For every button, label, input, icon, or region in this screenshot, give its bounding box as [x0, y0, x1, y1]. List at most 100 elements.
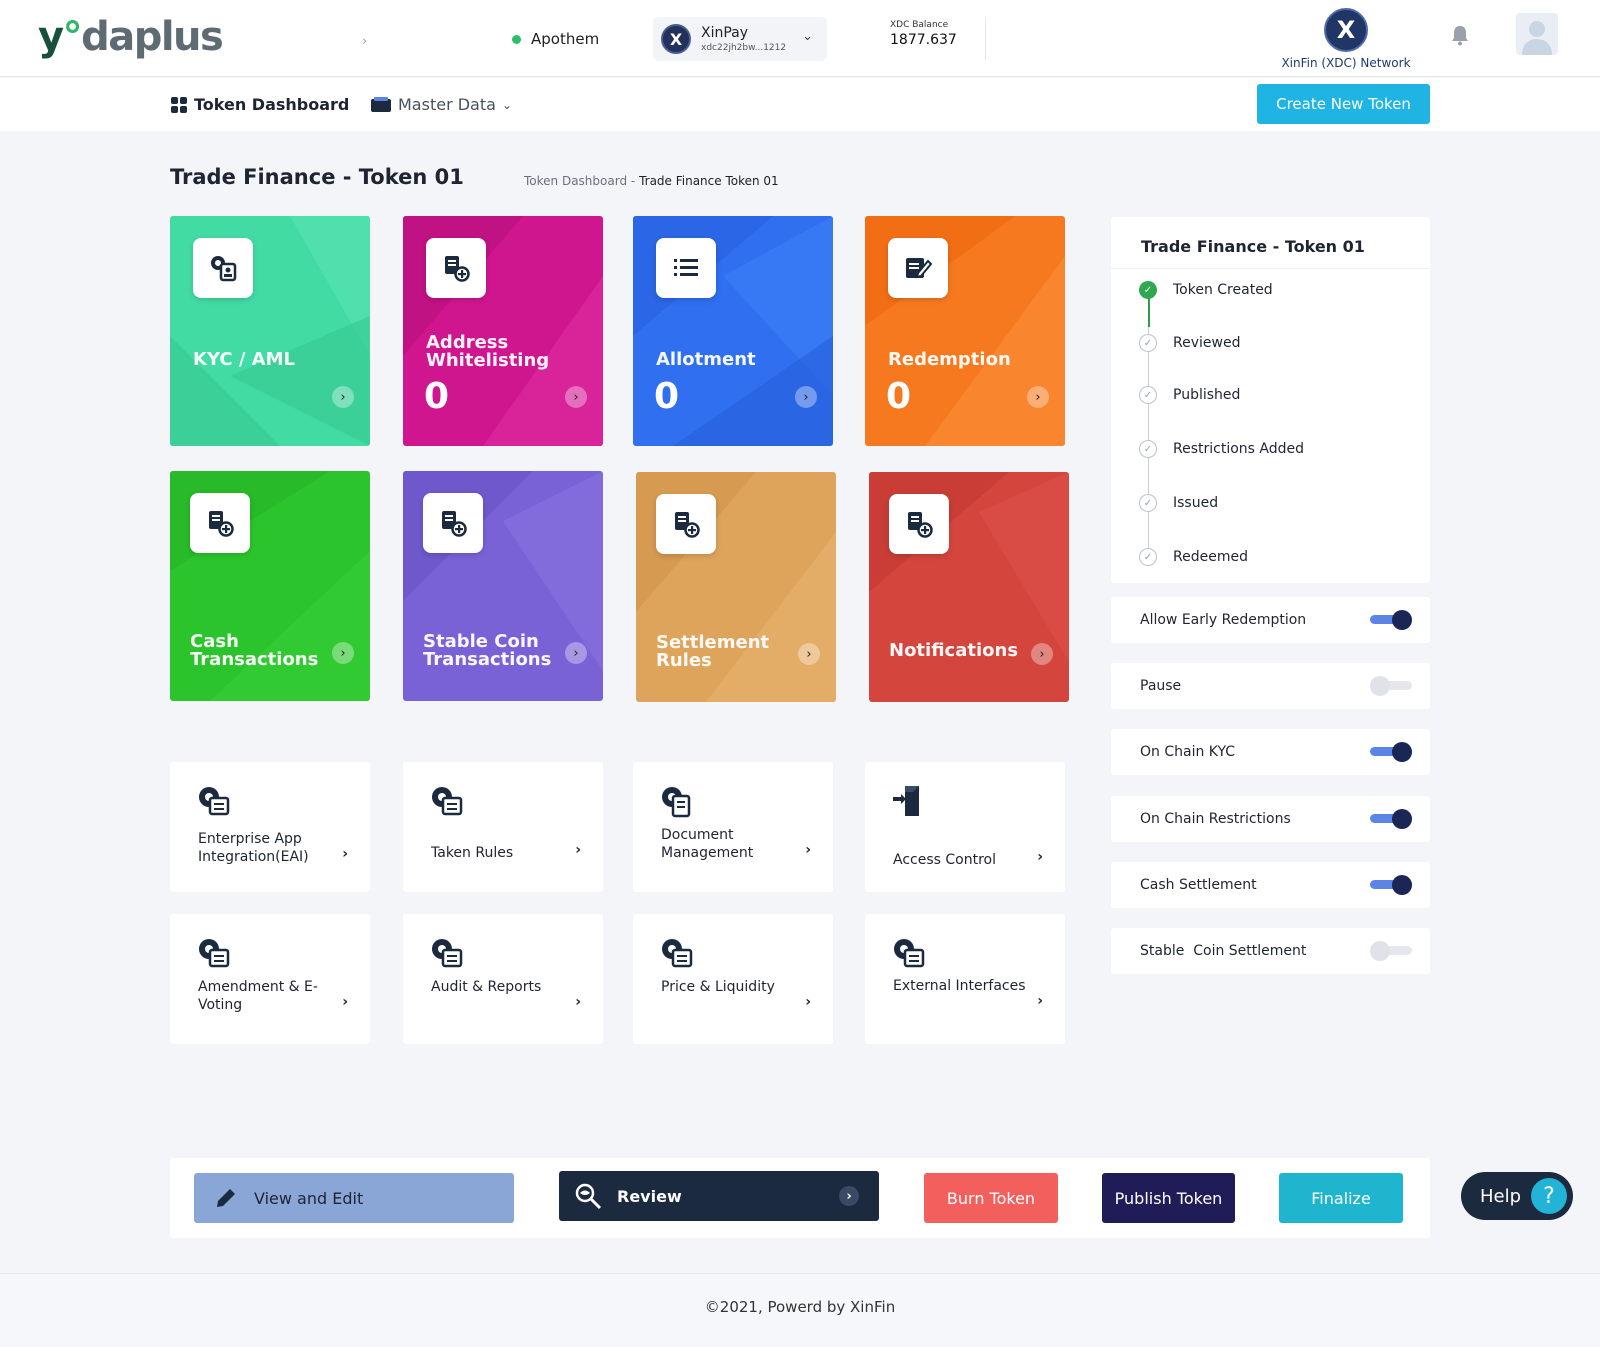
check-icon: ✓	[1139, 548, 1157, 566]
on-chain-restrictions-toggle[interactable]	[1370, 809, 1412, 829]
toggle-row-stable-coin-settlement: Stable Coin Settlement	[1111, 928, 1430, 974]
step-label: Restrictions Added	[1173, 441, 1305, 457]
card-label: Audit & Reports	[431, 979, 542, 995]
view-and-edit-button[interactable]: View and Edit	[194, 1173, 514, 1223]
breadcrumb-separator: -	[630, 174, 636, 188]
card-audit-reports[interactable]: Audit & Reports ›	[403, 914, 603, 1044]
network-badge[interactable]: X XinFin (XDC) Network	[1276, 8, 1416, 70]
toggle-label: Cash Settlement	[1140, 877, 1257, 893]
check-icon: ✓	[1139, 281, 1157, 299]
balance-label: XDC Balance	[890, 20, 949, 30]
chevron-down-icon: ⌄	[501, 97, 512, 112]
card-access-control[interactable]: Access Control ›	[865, 762, 1065, 892]
pause-toggle[interactable]	[1370, 676, 1412, 696]
review-button[interactable]: Review ›	[559, 1171, 879, 1221]
card-external-interfaces[interactable]: External Interfaces ›	[865, 914, 1065, 1044]
finalize-button[interactable]: Finalize	[1279, 1173, 1403, 1223]
toggle-label: Allow Early Redemption	[1140, 612, 1307, 628]
card-document-management[interactable]: Document Management ›	[633, 762, 833, 892]
tile-allotment[interactable]: Allotment 0 ›	[633, 216, 833, 446]
help-button[interactable]: Help ?	[1461, 1172, 1573, 1220]
tile-notifications[interactable]: Notifications ›	[869, 472, 1069, 702]
nav-token-dashboard-label: Token Dashboard	[194, 95, 350, 114]
chevron-right-icon: ›	[565, 386, 587, 408]
tile-kyc-aml[interactable]: KYC / AML ›	[170, 216, 370, 446]
chevron-right-icon: ›	[342, 846, 348, 862]
timeline-step: ✓ Restrictions Added	[1139, 440, 1304, 458]
toggle-label: Stable Coin Settlement	[1140, 943, 1307, 959]
tile-label: Stable Coin Transactions	[423, 631, 552, 670]
cash-settlement-toggle[interactable]	[1370, 875, 1412, 895]
magnifier-icon	[575, 1183, 602, 1210]
chevron-right-icon: ›	[839, 1186, 859, 1206]
gear-list-icon	[894, 939, 925, 968]
tile-redemption[interactable]: Redemption 0 ›	[865, 216, 1065, 446]
view-and-edit-label: View and Edit	[254, 1188, 364, 1208]
wallet-address: xdc22jh2bw...1212	[701, 43, 787, 53]
stable-coin-settlement-toggle[interactable]	[1370, 941, 1412, 961]
tile-label: KYC / AML	[193, 349, 295, 370]
publish-token-button[interactable]: Publish Token	[1102, 1173, 1235, 1223]
doc-add-icon	[426, 238, 486, 298]
divider	[985, 18, 986, 60]
toggle-row-on-chain-restrictions: On Chain Restrictions	[1111, 796, 1430, 842]
step-label: Redeemed	[1173, 549, 1248, 565]
doc-add-icon	[889, 494, 949, 554]
gear-list-icon	[199, 787, 230, 816]
burn-token-button[interactable]: Burn Token	[924, 1173, 1058, 1223]
card-enterprise-app-integration[interactable]: Enterprise App Integration(EAI) ›	[170, 762, 370, 892]
timeline-line	[1148, 291, 1149, 559]
list-icon	[656, 238, 716, 298]
timeline-step: ✓ Redeemed	[1139, 548, 1248, 566]
network-status[interactable]: Apothem	[512, 30, 599, 48]
nav-token-dashboard[interactable]: Token Dashboard	[170, 95, 349, 114]
tile-label: Allotment	[656, 349, 756, 370]
chevron-right-icon: ›	[575, 994, 581, 1010]
page-title: Trade Finance - Token 01	[170, 165, 464, 189]
logo[interactable]: y°daplus	[38, 14, 224, 60]
tile-label: Notifications	[889, 640, 1019, 661]
timeline-step: ✓ Published	[1139, 386, 1240, 404]
toggle-label: On Chain Restrictions	[1140, 811, 1291, 827]
toggle-label: Pause	[1140, 678, 1182, 694]
tile-settlement-rules[interactable]: Settlement Rules ›	[636, 472, 836, 702]
balance-value: 1877.637	[890, 32, 957, 48]
tile-address-whitelisting[interactable]: Address Whitelisting 0 ›	[403, 216, 603, 446]
doc-add-icon	[423, 493, 483, 553]
chevron-right-icon: ›	[1037, 993, 1043, 1009]
wallet-selector[interactable]: X XinPay xdc22jh2bw...1212 ⌄	[653, 17, 827, 61]
card-price-liquidity[interactable]: Price & Liquidity ›	[633, 914, 833, 1044]
tile-stable-coin-transactions[interactable]: Stable Coin Transactions ›	[403, 471, 603, 701]
step-label: Issued	[1173, 495, 1219, 511]
chevron-right-icon: ›	[798, 643, 820, 665]
card-amendment-e-voting[interactable]: Amendment & E-Voting ›	[170, 914, 370, 1044]
check-icon: ✓	[1139, 386, 1157, 404]
nav-master-data[interactable]: Master Data ⌄	[370, 95, 512, 114]
tile-cash-transactions[interactable]: Cash Transactions ›	[170, 471, 370, 701]
chevron-right-icon[interactable]: ›	[362, 34, 367, 49]
step-label: Published	[1173, 387, 1241, 403]
timeline-step: ✓ Reviewed	[1139, 334, 1240, 352]
bell-icon[interactable]	[1450, 24, 1470, 46]
chevron-right-icon: ›	[342, 994, 348, 1010]
chevron-right-icon: ›	[575, 842, 581, 858]
card-label: External Interfaces	[893, 978, 1026, 994]
xdc-coin-icon: X	[661, 24, 691, 54]
allow-early-redemption-toggle[interactable]	[1370, 610, 1412, 630]
step-label: Token Created	[1173, 282, 1273, 298]
user-avatar[interactable]	[1516, 13, 1558, 55]
doc-add-icon	[656, 494, 716, 554]
card-taken-rules[interactable]: Taken Rules ›	[403, 762, 603, 892]
nav-bar: Token Dashboard Master Data ⌄ Create New…	[0, 78, 1600, 131]
breadcrumb-parent[interactable]: Token Dashboard	[524, 174, 627, 188]
toggle-row-on-chain-kyc: On Chain KYC	[1111, 729, 1430, 775]
gear-doc-icon	[662, 787, 691, 818]
network-label: XinFin (XDC) Network	[1281, 56, 1411, 70]
pencil-icon	[217, 1189, 235, 1207]
gear-list-icon	[199, 939, 230, 968]
create-new-token-button[interactable]: Create New Token	[1257, 84, 1430, 124]
chevron-right-icon: ›	[565, 642, 587, 664]
on-chain-kyc-toggle[interactable]	[1370, 742, 1412, 762]
breadcrumb-current: Trade Finance Token 01	[639, 174, 779, 188]
card-icon	[371, 96, 391, 112]
